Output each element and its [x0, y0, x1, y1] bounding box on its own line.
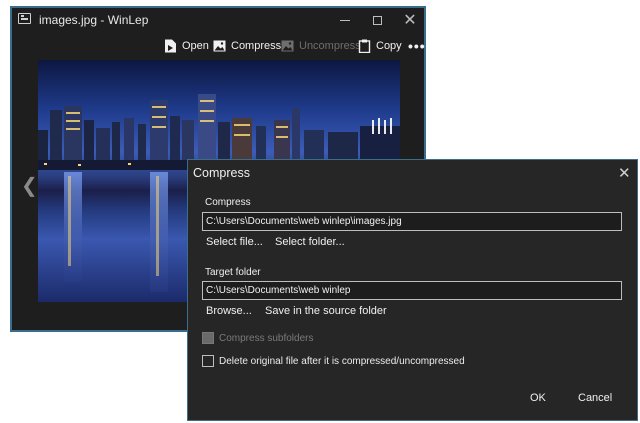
title-bar[interactable]: images.jpg - WinLep ✕ — [12, 8, 424, 32]
checkbox-box — [202, 355, 214, 367]
uncompress-button[interactable]: Uncompress — [281, 35, 361, 57]
image-icon — [213, 40, 226, 52]
target-folder-input[interactable] — [202, 281, 622, 300]
compress-dialog: Compress ✕ Compress Select file... Selec… — [187, 159, 638, 421]
delete-original-label: Delete original file after it is compres… — [219, 355, 465, 367]
save-in-source-folder-button[interactable]: Save in the source folder — [265, 305, 387, 317]
compress-subfolders-label: Compress subfolders — [219, 332, 314, 344]
select-file-button[interactable]: Select file... — [206, 236, 263, 248]
open-button[interactable]: Open — [164, 35, 209, 57]
select-folder-button[interactable]: Select folder... — [275, 236, 345, 248]
dialog-close-icon[interactable]: ✕ — [618, 164, 631, 182]
previous-image-icon[interactable]: ❮ — [21, 173, 38, 198]
window-title: images.jpg - WinLep — [39, 13, 149, 27]
compress-section-label: Compress — [205, 197, 251, 208]
copy-button[interactable]: Copy — [358, 35, 402, 57]
target-folder-label: Target folder — [205, 267, 261, 278]
maximize-button[interactable] — [362, 10, 392, 30]
compress-label: Compress — [231, 40, 282, 52]
more-options-button[interactable]: ••• — [408, 35, 426, 57]
app-icon — [18, 13, 31, 24]
minimize-icon — [340, 19, 350, 21]
close-button[interactable]: ✕ — [395, 10, 425, 30]
close-icon: ✕ — [403, 12, 417, 29]
copy-label: Copy — [376, 40, 402, 52]
open-file-icon — [165, 39, 176, 53]
uncompress-label: Uncompress — [299, 40, 361, 52]
cancel-button[interactable]: Cancel — [578, 392, 612, 404]
browse-button[interactable]: Browse... — [206, 305, 252, 317]
compress-button[interactable]: Compress — [213, 35, 281, 57]
dialog-title: Compress — [193, 166, 250, 180]
minimize-button[interactable] — [330, 10, 360, 30]
open-label: Open — [182, 40, 209, 52]
checkbox-box — [202, 332, 214, 344]
maximize-icon — [372, 15, 382, 25]
compress-path-input[interactable] — [202, 212, 622, 231]
image-icon — [281, 40, 294, 52]
clipboard-icon — [358, 39, 371, 53]
delete-original-checkbox[interactable]: Delete original file after it is compres… — [202, 355, 465, 367]
ok-button[interactable]: OK — [530, 392, 546, 404]
more-icon: ••• — [408, 38, 426, 54]
compress-subfolders-checkbox[interactable]: Compress subfolders — [202, 332, 313, 344]
